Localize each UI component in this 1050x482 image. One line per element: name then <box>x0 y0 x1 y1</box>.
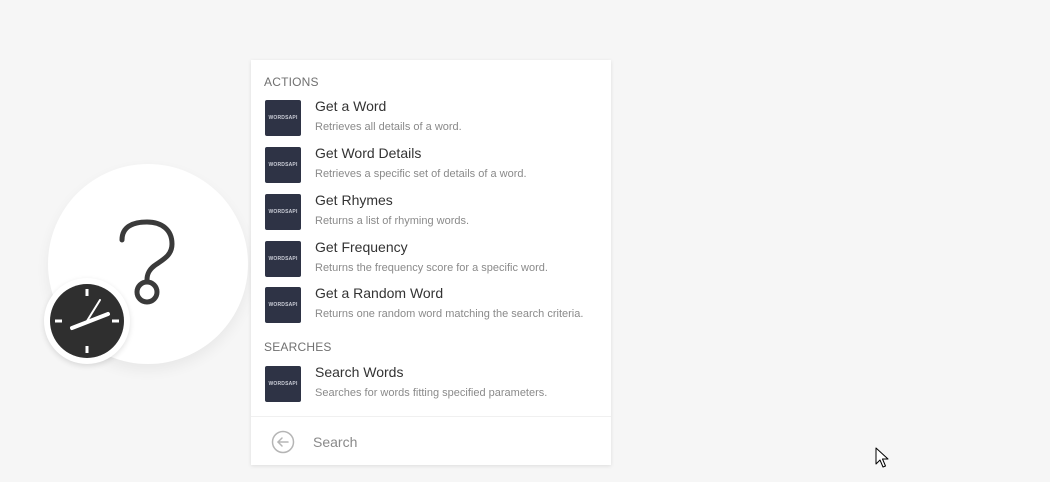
action-item-get-word-details[interactable]: WORDSAPI Get Word Details Retrieves a sp… <box>251 145 611 189</box>
item-title: Search Words <box>315 364 404 380</box>
question-mark-icon <box>119 219 175 305</box>
item-description: Searches for words fitting specified par… <box>315 387 548 399</box>
wordsapi-logo-icon: WORDSAPI <box>265 241 301 277</box>
item-description: Retrieves a specific set of details of a… <box>315 168 527 180</box>
searches-section-title: SEARCHES <box>264 340 332 354</box>
item-title: Get Rhymes <box>315 192 393 208</box>
item-description: Returns the frequency score for a specif… <box>315 262 548 274</box>
wordsapi-logo-icon: WORDSAPI <box>265 194 301 230</box>
back-arrow-icon[interactable] <box>271 430 295 454</box>
item-title: Get a Word <box>315 98 387 114</box>
wordsapi-logo-icon: WORDSAPI <box>265 366 301 402</box>
action-item-get-rhymes[interactable]: WORDSAPI Get Rhymes Returns a list of rh… <box>251 192 611 236</box>
action-item-get-a-random-word[interactable]: WORDSAPI Get a Random Word Returns one r… <box>251 285 611 329</box>
item-title: Get a Random Word <box>315 285 444 301</box>
search-item-search-words[interactable]: WORDSAPI Search Words Searches for words… <box>251 364 611 408</box>
item-description: Retrieves all details of a word. <box>315 121 462 133</box>
wordsapi-logo-icon: WORDSAPI <box>265 147 301 183</box>
search-bar <box>251 416 611 466</box>
item-description: Returns one random word matching the sea… <box>315 308 584 320</box>
wordsapi-logo-icon: WORDSAPI <box>265 100 301 136</box>
mouse-cursor-icon <box>875 447 889 468</box>
action-item-get-a-word[interactable]: WORDSAPI Get a Word Retrieves all detail… <box>251 98 611 142</box>
clock-icon <box>50 284 124 358</box>
item-description: Returns a list of rhyming words. <box>315 215 470 227</box>
wordsapi-logo-icon: WORDSAPI <box>265 287 301 323</box>
module-picker-panel: ACTIONS WORDSAPI Get a Word Retrieves al… <box>251 60 611 465</box>
item-title: Get Word Details <box>315 145 422 161</box>
search-input[interactable] <box>313 430 593 454</box>
actions-section-title: ACTIONS <box>264 75 319 89</box>
action-item-get-frequency[interactable]: WORDSAPI Get Frequency Returns the frequ… <box>251 239 611 283</box>
item-title: Get Frequency <box>315 239 408 255</box>
